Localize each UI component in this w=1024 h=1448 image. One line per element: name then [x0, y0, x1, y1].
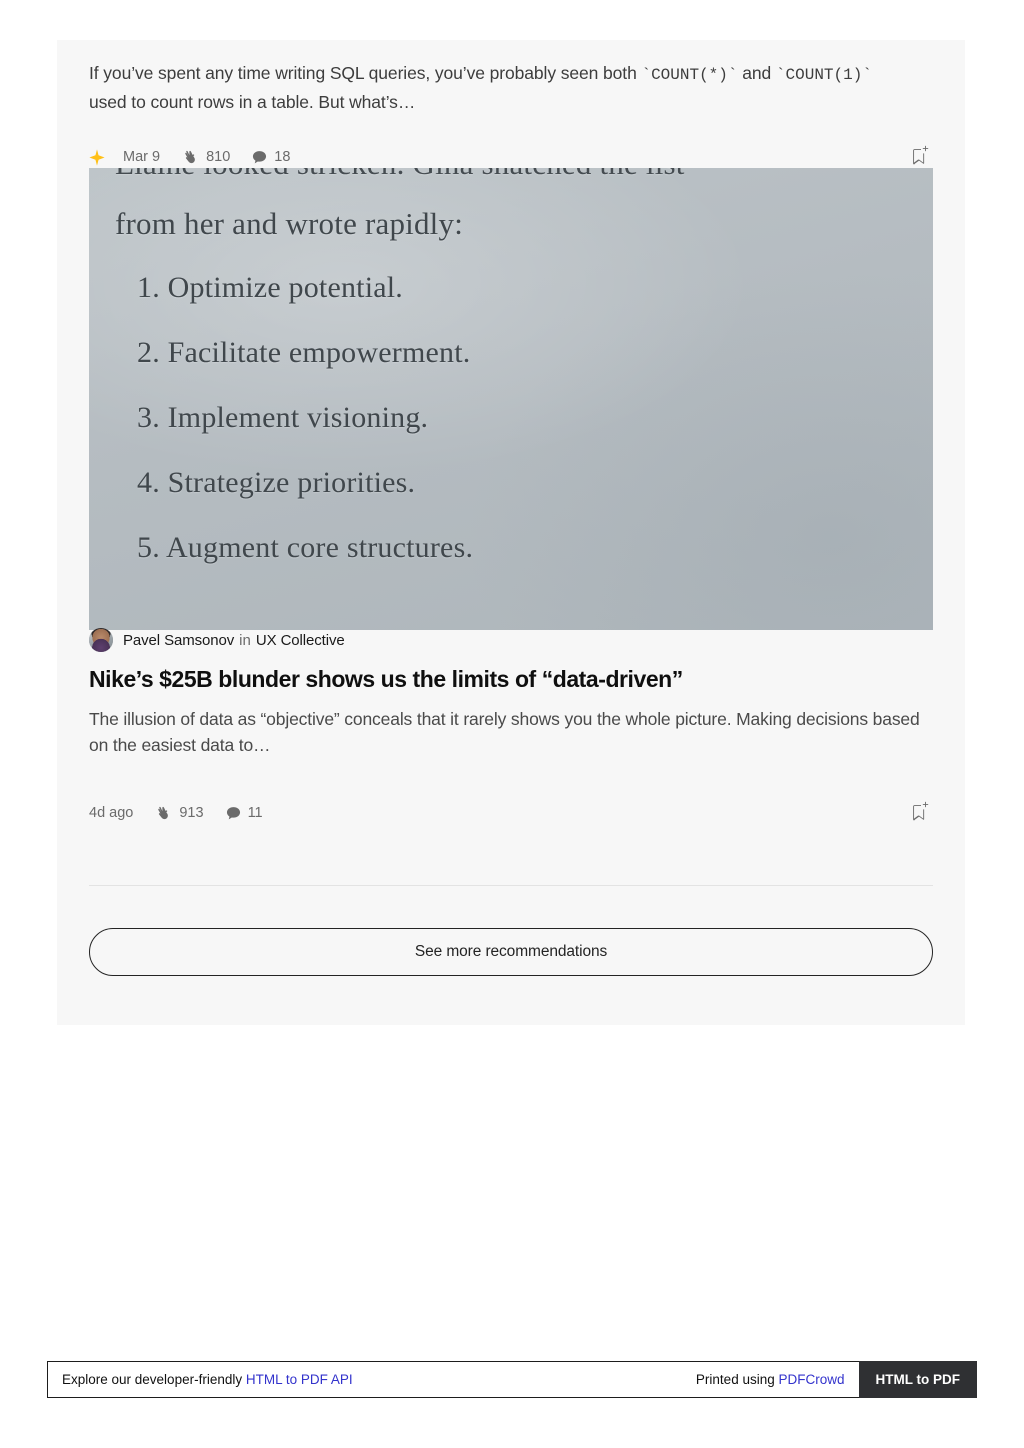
publication-link[interactable]: UX Collective: [256, 632, 345, 649]
pdfcrowd-footer: Explore our developer-friendly HTML to P…: [47, 1361, 977, 1398]
photo-line-4: 3. Implement visioning.: [137, 401, 429, 434]
photo-line-3: 2. Facilitate empowerment.: [137, 336, 471, 369]
recommendations-card: If you’ve spent any time writing SQL que…: [57, 40, 965, 1025]
photo-line-5: 4. Strategize priorities.: [137, 466, 416, 499]
sparkle-star-icon: [89, 148, 105, 166]
excerpt-text-1: If you’ve spent any time writing SQL que…: [89, 63, 642, 83]
excerpt-text-2: and: [737, 63, 776, 83]
story-date: 4d ago: [89, 805, 134, 821]
avatar-image: [89, 628, 113, 652]
photo-line-1: from her and wrote rapidly:: [115, 206, 464, 241]
author-avatar[interactable]: [89, 628, 113, 652]
photo-line-0: Elaine looked stricken. Gina snatched th…: [115, 168, 685, 182]
footer-left-text: Explore our developer-friendly: [62, 1372, 246, 1387]
story-title[interactable]: Nike’s $25B blunder shows us the limits …: [89, 665, 919, 694]
story-partial-comments: 18: [252, 149, 290, 165]
story-author-row: Pavel Samsonov in UX Collective: [89, 628, 345, 652]
footer-right-text: Printed using: [695, 1372, 779, 1387]
photo-line-6: 5. Augment core structures.: [137, 531, 474, 564]
bookmark-add-button-story-partial[interactable]: [907, 144, 933, 170]
section-divider: [89, 885, 933, 886]
bookmark-add-icon: [909, 801, 931, 826]
footer-left: Explore our developer-friendly HTML to P…: [62, 1372, 353, 1387]
story-partial-comment-count: 18: [274, 149, 291, 165]
html-to-pdf-cta-button[interactable]: HTML to PDF: [858, 1361, 977, 1398]
story-claps: 913: [155, 805, 204, 822]
story-hero-photo[interactable]: Elaine looked stricken. Gina snatched th…: [89, 168, 933, 630]
story-partial-meta-row: Mar 9 810 18: [89, 144, 933, 170]
page-root: If you’ve spent any time writing SQL que…: [0, 0, 1024, 1448]
clap-hand-icon: [182, 149, 199, 166]
story-partial-claps: 810: [182, 149, 230, 166]
footer-right: Printed using PDFCrowd: [696, 1372, 845, 1387]
photo-line-2: 1. Optimize potential.: [137, 271, 404, 304]
html-to-pdf-api-link[interactable]: HTML to PDF API: [246, 1372, 353, 1387]
pdfcrowd-link[interactable]: PDFCrowd: [778, 1372, 844, 1387]
speech-bubble-icon: [226, 806, 241, 821]
story-comment-count: 11: [247, 805, 263, 821]
see-more-recommendations-button[interactable]: See more recommendations: [89, 928, 933, 976]
bookmark-add-button-story[interactable]: [907, 800, 933, 826]
excerpt-code-count-star: `COUNT(*)`: [641, 66, 738, 84]
story-excerpt-partial: If you’ve spent any time writing SQL que…: [89, 60, 899, 116]
story-partial-date: Mar 9: [123, 149, 161, 165]
story-comments: 11: [226, 805, 263, 821]
story-subtitle[interactable]: The illusion of data as “objective” conc…: [89, 706, 934, 758]
author-publication-separator: in: [239, 631, 251, 649]
story-partial-clap-count: 810: [206, 149, 231, 165]
author-name-link[interactable]: Pavel Samsonov: [123, 632, 234, 649]
footer-text-bar: Explore our developer-friendly HTML to P…: [47, 1361, 859, 1398]
story-meta-row: 4d ago 913 11: [89, 800, 933, 826]
excerpt-code-count-one: `COUNT(1)`: [775, 66, 872, 84]
excerpt-text-3: used to count rows in a table. But what’…: [89, 92, 416, 112]
bookmark-add-icon: [909, 145, 931, 170]
speech-bubble-icon: [252, 150, 267, 165]
story-clap-count: 913: [179, 805, 204, 821]
clap-hand-icon: [155, 805, 172, 822]
